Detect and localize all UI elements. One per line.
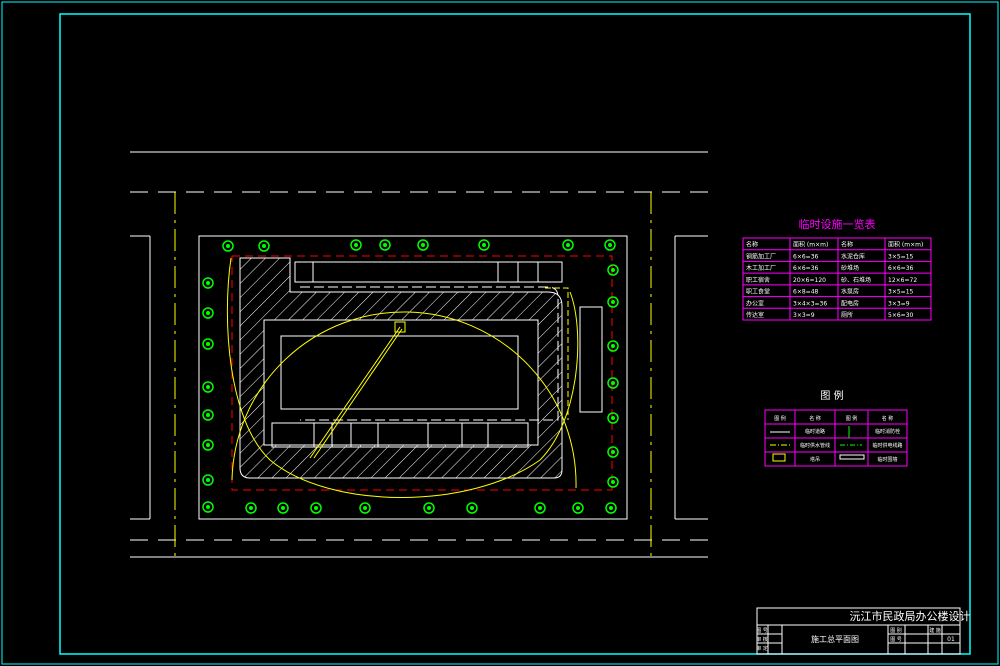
facility-table-title: 临时设施一览表 <box>799 217 876 231</box>
facility-cell: 职工食堂 <box>746 288 770 296</box>
facility-cell: 6×6=36 <box>793 265 819 272</box>
tree-icon <box>423 502 435 514</box>
facility-header-cell: 面积 (m×m) <box>793 241 828 249</box>
row-label-1: 图 号 <box>756 628 768 634</box>
facility-cell: 传达室 <box>746 311 764 319</box>
facility-cell: 6×6=36 <box>793 253 819 260</box>
tree-icon <box>607 296 619 308</box>
tree-icon <box>202 338 214 350</box>
facility-cell: 3×3=9 <box>888 300 910 307</box>
site-plan-drawing: 临时设施一览表 名称 面积 (m×m) 名称 面积 (m×m) 钢筋加工厂 6×6=36 水… <box>1 1 999 665</box>
tree-icon <box>310 502 322 514</box>
legend-title: 图 例 <box>820 389 843 402</box>
tree-icon <box>202 277 214 289</box>
tree-icon <box>607 377 619 389</box>
facility-table: 临时设施一览表 名称 面积 (m×m) 名称 面积 (m×m) 钢筋加工厂 6×6=36 水… <box>742 217 932 321</box>
tree-icon <box>478 239 490 251</box>
col-label-3: 建 施 <box>929 627 941 634</box>
legend-header-cell: 图 例 <box>846 415 858 422</box>
facility-cell: 3×5=15 <box>888 289 914 296</box>
legend-header-cell: 名 称 <box>809 415 821 422</box>
facility-cell: 12×6=72 <box>888 277 917 284</box>
facility-cell: 砂、石堆场 <box>841 276 871 284</box>
tree-icon <box>202 307 214 319</box>
tree-icon <box>534 502 546 514</box>
tree-icon <box>350 239 362 251</box>
facility-cell: 木工加工厂 <box>746 264 776 272</box>
facility-cell: 砂堆场 <box>841 264 859 272</box>
facility-cell: 职工宿舍 <box>746 276 770 284</box>
facility-cell: 水泥仓库 <box>841 252 865 260</box>
tree-icon <box>277 502 289 514</box>
tree-icon <box>202 439 214 451</box>
temporary-buildings-top <box>294 261 563 283</box>
facility-header-cell: 面积 (m×m) <box>888 241 923 249</box>
tree-icon <box>222 240 234 252</box>
tree-icon <box>359 502 371 514</box>
tree-icon <box>605 502 617 514</box>
legend-wall-symbol <box>839 454 865 460</box>
col-label-2: 图 号 <box>890 637 902 643</box>
legend-item-label: 塔吊 <box>810 456 820 463</box>
facility-cell: 配电房 <box>841 299 859 307</box>
facility-header-cell: 名称 <box>841 241 853 249</box>
tree-icon <box>607 340 619 352</box>
legend-item-label: 临时围墙 <box>877 456 897 463</box>
legend-item-label: 临时消防栓 <box>875 428 900 435</box>
row-label-3: 审 定 <box>756 645 768 652</box>
tree-icon <box>258 240 270 252</box>
legend-table: 图 例 图 例名 称图 例名 称临时道路 临时消防栓临时供水管线 临时供电线路塔吊临… <box>764 389 908 467</box>
sheet-name: 施工总平面图 <box>811 634 859 644</box>
facility-cell: 水泵房 <box>841 288 859 296</box>
tree-icon <box>607 476 619 488</box>
legend-header-cell: 图 例 <box>774 415 786 422</box>
sheet-number: 01 <box>947 636 955 643</box>
legend-header-cell: 名 称 <box>882 415 894 422</box>
tree-icon <box>245 502 257 514</box>
facility-cell: 6×8=48 <box>793 289 819 296</box>
tree-icon <box>562 239 574 251</box>
facility-cell: 厕所 <box>841 311 853 319</box>
tree-icon <box>607 446 619 458</box>
row-label-2: 审 核 <box>756 636 768 643</box>
facility-cell: 钢筋加工厂 <box>746 252 776 260</box>
legend-item-label: 临时供电线路 <box>872 442 902 449</box>
tree-icon <box>202 381 214 393</box>
tree-icon <box>607 264 619 276</box>
tree-icon <box>572 502 584 514</box>
facility-cell: 6×6=36 <box>888 265 914 272</box>
legend-item-label: 临时道路 <box>805 428 825 435</box>
col-label-1: 图 别 <box>890 627 902 634</box>
title-block: 沅江市民政局办公楼设计 施工总平面图 图 号 审 核 审 定 图 别 图 号 建… <box>756 607 971 655</box>
tree-icon <box>466 502 478 514</box>
tree-icon <box>604 239 616 251</box>
facility-cell: 3×5=15 <box>888 253 914 260</box>
tree-icon <box>202 474 214 486</box>
facility-header-cell: 名称 <box>746 241 758 249</box>
tree-icon <box>202 409 214 421</box>
project-title: 沅江市民政局办公楼设计 <box>850 609 971 623</box>
legend-item-label: 临时供水管线 <box>800 442 830 449</box>
facility-cell: 办公室 <box>746 299 764 307</box>
facility-cell: 3×4×3=36 <box>793 300 827 307</box>
tree-icon <box>607 412 619 424</box>
facility-cell: 3×3=9 <box>793 312 815 319</box>
facility-cell: 20×6=120 <box>793 277 826 284</box>
tree-icon <box>379 239 391 251</box>
tree-icon <box>417 239 429 251</box>
temporary-building-right <box>579 306 603 413</box>
facility-cell: 5×6=30 <box>888 312 914 319</box>
legend-crane-symbol <box>772 453 786 462</box>
tree-icon <box>202 501 214 513</box>
